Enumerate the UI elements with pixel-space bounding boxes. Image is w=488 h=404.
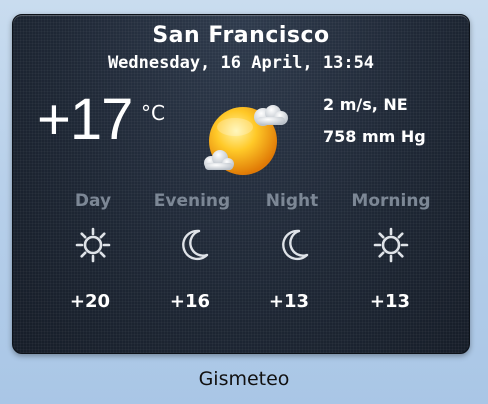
sun-icon: [75, 227, 111, 267]
forecast-temp-day: +20: [69, 291, 111, 312]
period-label-night: Night: [265, 191, 319, 211]
period-label-evening: Evening: [153, 191, 231, 211]
wind-info: 2 m/s, NE: [323, 95, 408, 114]
forecast-temp-morning: +13: [369, 291, 411, 312]
city-name: San Francisco: [152, 23, 330, 48]
moon-icon: [179, 227, 211, 267]
forecast-temp-evening: +16: [169, 291, 211, 312]
pressure-info: 758 mm Hg: [323, 127, 426, 146]
moon-icon: [279, 227, 311, 267]
period-label-morning: Morning: [351, 191, 431, 211]
forecast-temp-night: +13: [268, 291, 310, 312]
sun-icon: [373, 227, 409, 267]
date-time: Wednesday, 16 April, 13:54: [107, 53, 375, 73]
period-label-day: Day: [74, 191, 112, 211]
current-temperature: +17: [37, 87, 133, 152]
temperature-unit: °C: [141, 101, 165, 125]
widget-caption: Gismeteo: [198, 368, 290, 390]
weather-widget[interactable]: San Francisco Wednesday, 16 April, 13:54…: [12, 14, 470, 354]
sun-with-clouds-icon: [195, 97, 295, 187]
